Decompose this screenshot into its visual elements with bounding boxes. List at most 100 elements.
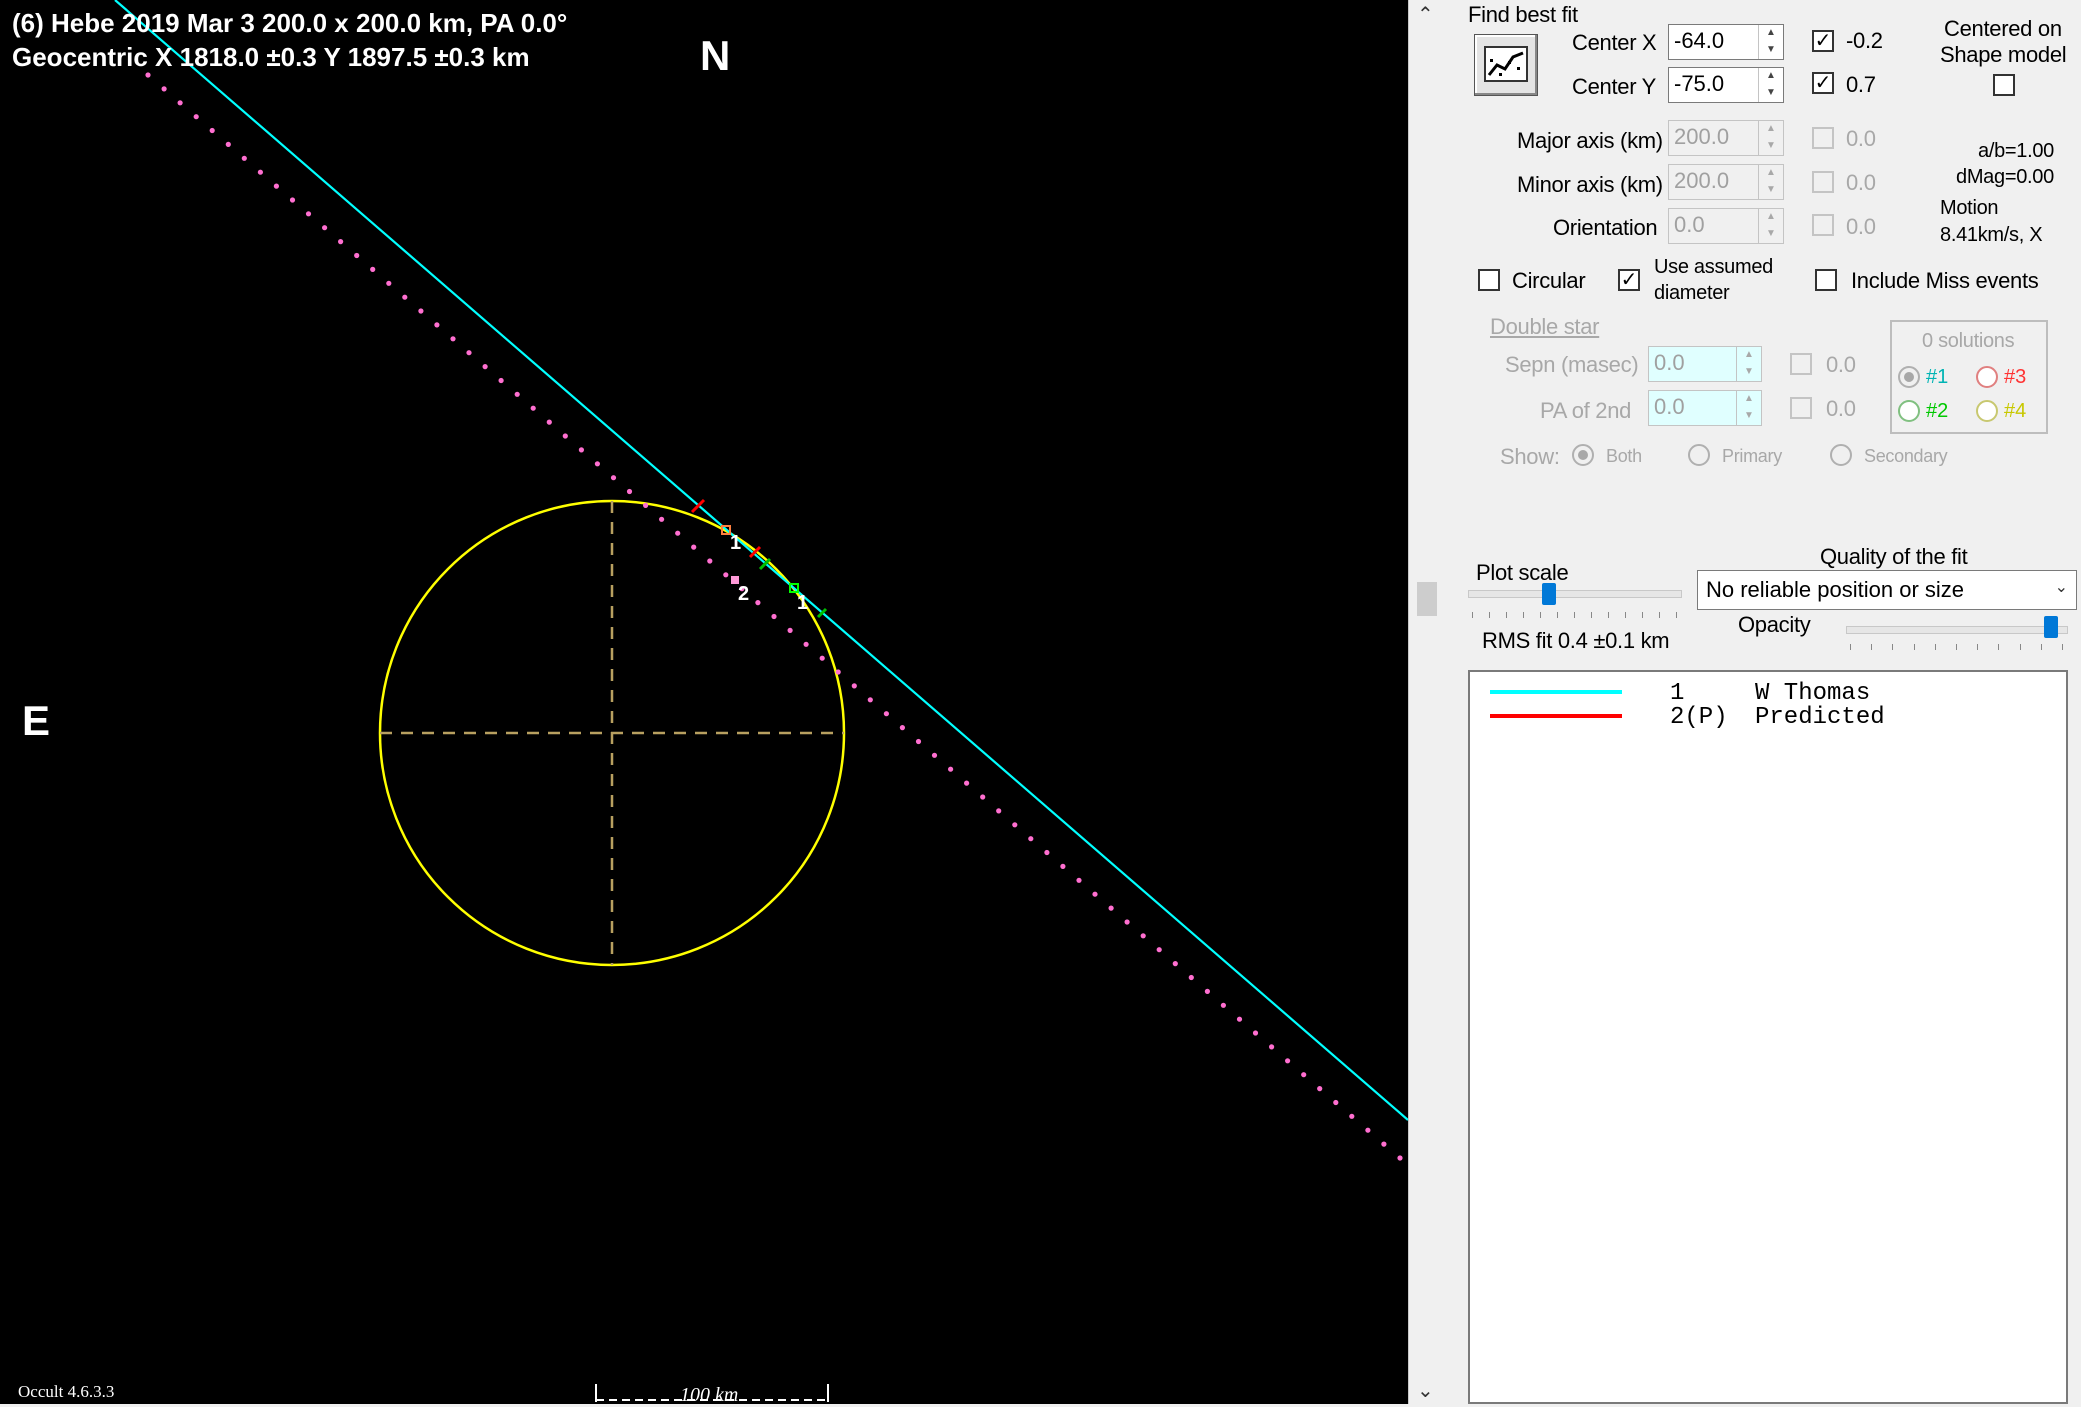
minor-axis-checkbox[interactable] <box>1812 171 1834 193</box>
predicted-path-dot <box>482 364 488 370</box>
scroll-down-icon[interactable]: ⌄ <box>1417 1378 1434 1403</box>
minor-axis-spinner[interactable]: ▲ ▼ <box>1758 165 1783 199</box>
slider-tick <box>1934 644 1936 650</box>
center-x-checkbox[interactable]: ✓ <box>1812 30 1834 52</box>
predicted-path-dot <box>915 738 922 745</box>
scroll-up-icon[interactable]: ⌃ <box>1417 2 1434 27</box>
predicted-path-dot <box>1333 1099 1339 1106</box>
sepn-spinner[interactable]: ▲ ▼ <box>1736 347 1761 381</box>
predicted-path-dot <box>466 350 472 356</box>
plot-scale-track[interactable] <box>1468 590 1682 598</box>
predicted-path-dot <box>578 447 585 453</box>
center-x-input[interactable]: -64.0 ▲ ▼ <box>1668 24 1784 60</box>
double-star-title: Double star <box>1490 314 1600 339</box>
solution-1-radio[interactable] <box>1898 366 1920 388</box>
minor-axis-value: 200.0 <box>1674 168 1730 193</box>
predicted-path-dot <box>1236 1016 1243 1022</box>
orientation-spinner[interactable]: ▲ ▼ <box>1758 209 1783 243</box>
fit-curve-icon <box>1484 46 1528 82</box>
major-axis-input[interactable]: 200.0 ▲ ▼ <box>1668 120 1784 156</box>
minor-axis-offset: 0.0 <box>1846 170 1876 195</box>
slider-tick <box>1625 612 1626 618</box>
show-secondary-radio[interactable] <box>1830 444 1852 466</box>
solution-4-radio[interactable] <box>1976 400 1998 422</box>
pa-spinner[interactable]: ▲ ▼ <box>1736 391 1761 425</box>
circular-checkbox[interactable] <box>1478 269 1500 291</box>
major-axis-label: Major axis (km) <box>1517 128 1663 153</box>
occultation-plot[interactable]: (6) Hebe 2019 Mar 3 200.0 x 200.0 km, PA… <box>0 0 1408 1406</box>
predicted-path-dot <box>225 141 231 147</box>
pa-input[interactable]: 0.0 ▲ ▼ <box>1648 390 1762 426</box>
sepn-value: 0.0 <box>1654 350 1685 375</box>
legend-line-predicted <box>1490 714 1622 718</box>
predicted-path-dot <box>1252 1030 1259 1036</box>
predicted-path-dot <box>1076 877 1082 883</box>
predicted-path-dot <box>434 322 440 328</box>
center-y-spinner[interactable]: ▲ ▼ <box>1758 68 1783 102</box>
version-label: Occult 4.6.3.3 <box>18 1382 115 1401</box>
predicted-path-dot <box>1204 988 1210 995</box>
predicted-path-dot <box>755 600 761 606</box>
major-axis-spinner[interactable]: ▲ ▼ <box>1758 121 1783 155</box>
quality-value: No reliable position or size <box>1706 577 1965 602</box>
major-axis-checkbox[interactable] <box>1812 127 1834 149</box>
solution-3-option[interactable]: #3 <box>1972 360 2034 394</box>
minor-axis-input[interactable]: 200.0 ▲ ▼ <box>1668 164 1784 200</box>
predicted-path <box>145 72 1403 1161</box>
predicted-path-dot <box>819 655 825 661</box>
sepn-checkbox[interactable] <box>1790 353 1812 375</box>
predicted-path-dot <box>1188 974 1194 981</box>
centered-on-label: Centered on <box>1944 16 2062 41</box>
solution-4-label: #4 <box>2004 400 2027 422</box>
slider-tick <box>2040 644 2042 650</box>
plot-scale-slider[interactable] <box>1542 583 1556 605</box>
shape-model-checkbox[interactable] <box>1993 74 2015 96</box>
predicted-path-dot <box>418 308 424 314</box>
rms-fit: RMS fit 0.4 ±0.1 km <box>1482 628 1670 653</box>
predicted-path-dot <box>899 725 906 731</box>
opacity-track[interactable] <box>1846 626 2068 634</box>
chord-label: 1 <box>797 592 809 614</box>
slider-tick <box>1608 612 1609 618</box>
predicted-path-dot <box>643 502 649 508</box>
predicted-path-dot <box>498 377 504 384</box>
slider-tick <box>1472 612 1473 618</box>
orientation-value: 0.0 <box>1674 212 1705 237</box>
predicted-path-dot <box>851 683 857 689</box>
solution-1-option[interactable]: #1 <box>1894 360 1956 394</box>
opacity-slider[interactable] <box>2044 616 2058 638</box>
predicted-path-dot <box>338 239 344 245</box>
solution-2-radio[interactable] <box>1898 400 1920 422</box>
predicted-path-dot <box>546 419 552 425</box>
find-best-fit-button[interactable] <box>1474 34 1538 96</box>
scroll-thumb[interactable] <box>1417 582 1437 616</box>
minor-axis-label: Minor axis (km) <box>1517 172 1663 197</box>
include-miss-checkbox[interactable] <box>1815 269 1837 291</box>
solution-2-option[interactable]: #2 <box>1894 394 1956 428</box>
solution-4-option[interactable]: #4 <box>1972 394 2034 428</box>
vertical-scrollbar[interactable]: ⌃ ⌄ <box>1408 0 1446 1404</box>
center-y-input[interactable]: -75.0 ▲ ▼ <box>1668 67 1784 103</box>
show-both-radio[interactable] <box>1572 444 1594 466</box>
center-y-checkbox[interactable]: ✓ <box>1812 72 1834 94</box>
predicted-path-dot <box>1028 836 1034 842</box>
quality-dropdown[interactable]: No reliable position or size ⌄ <box>1697 570 2077 610</box>
use-assumed-diameter-checkbox[interactable]: ✓ <box>1618 269 1640 291</box>
center-x-spinner[interactable]: ▲ ▼ <box>1758 25 1783 59</box>
predicted-path-dot <box>594 461 601 467</box>
observer-legend[interactable]: 1 W Thomas 2(P) Predicted <box>1468 670 2068 1404</box>
predicted-path-dot <box>835 669 841 675</box>
sepn-input[interactable]: 0.0 ▲ ▼ <box>1648 346 1762 382</box>
legend-num: 1 <box>1670 680 1685 707</box>
predicted-path-dot <box>1349 1113 1355 1119</box>
orientation-input[interactable]: 0.0 ▲ ▼ <box>1668 208 1784 244</box>
sepn-offset: 0.0 <box>1826 352 1856 377</box>
pa-checkbox[interactable] <box>1790 397 1812 419</box>
predicted-path-dot <box>980 794 986 800</box>
predicted-path-dot <box>161 86 167 92</box>
include-miss-label: Include Miss events <box>1851 268 2039 293</box>
show-primary-radio[interactable] <box>1688 444 1710 466</box>
orientation-checkbox[interactable] <box>1812 214 1834 236</box>
legend-name: Predicted <box>1755 704 1885 731</box>
solution-3-radio[interactable] <box>1976 366 1998 388</box>
